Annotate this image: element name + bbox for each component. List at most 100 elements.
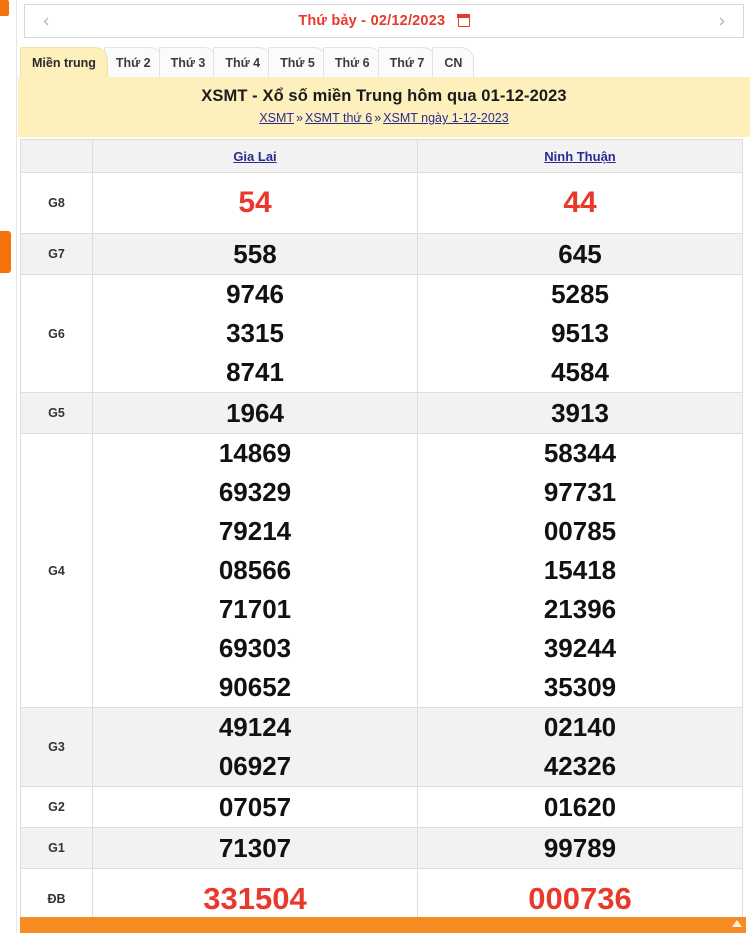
- result-cell-g1-gia-lai: 71307: [93, 828, 418, 869]
- column-header-gia-lai: Gia Lai: [93, 140, 418, 173]
- breadcrumb: XSMT»XSMT thứ 6»XSMT ngày 1-12-2023: [24, 111, 744, 125]
- table-row-g3: G3 49124 06927 02140 42326: [21, 708, 743, 787]
- result-number: 97731: [418, 473, 742, 512]
- province-link-ninh-thuan[interactable]: Ninh Thuận: [544, 149, 616, 164]
- result-number: 90652: [93, 668, 417, 707]
- orange-tab-handle-icon[interactable]: [0, 231, 11, 273]
- tab-thu-4[interactable]: Thứ 4: [213, 47, 272, 77]
- result-number: 645: [418, 235, 742, 274]
- result-number: 1964: [93, 394, 417, 433]
- prize-label-g5: G5: [21, 393, 93, 434]
- date-weekday: Thứ bảy -: [298, 13, 366, 29]
- breadcrumb-link-xsmt-thu-6[interactable]: XSMT thứ 6: [305, 111, 372, 125]
- tab-thu-5[interactable]: Thứ 5: [268, 47, 327, 77]
- result-number: 558: [93, 235, 417, 274]
- current-date-label[interactable]: Thứ bảy - 02/12/2023: [67, 12, 701, 30]
- table-row-g6: G6 9746 3315 8741 5285 9513 4584: [21, 275, 743, 393]
- page-title: XSMT - Xổ số miền Trung hôm qua 01-12-20…: [24, 87, 744, 106]
- table-row-g8: G8 54 44: [21, 173, 743, 234]
- result-number: 99789: [418, 829, 742, 868]
- title-band: XSMT - Xổ số miền Trung hôm qua 01-12-20…: [18, 77, 750, 137]
- prize-label-g2: G2: [21, 787, 93, 828]
- calendar-icon[interactable]: [458, 15, 470, 27]
- result-number: 08566: [93, 551, 417, 590]
- prize-label-g1: G1: [21, 828, 93, 869]
- tab-mien-trung[interactable]: Miền trung: [20, 47, 108, 77]
- prize-label-g4: G4: [21, 434, 93, 708]
- result-number: 00785: [418, 512, 742, 551]
- result-number: 58344: [418, 434, 742, 473]
- result-number: 5285: [418, 275, 742, 314]
- prize-label-g7: G7: [21, 234, 93, 275]
- result-cell-g5-ninh-thuan: 3913: [418, 393, 743, 434]
- result-cell-g7-ninh-thuan: 645: [418, 234, 743, 275]
- result-cell-g1-ninh-thuan: 99789: [418, 828, 743, 869]
- result-number: 02140: [418, 708, 742, 747]
- result-number: 06927: [93, 747, 417, 786]
- table-row-g1: G1 71307 99789: [21, 828, 743, 869]
- tab-thu-6[interactable]: Thứ 6: [323, 47, 382, 77]
- result-number: 15418: [418, 551, 742, 590]
- table-row-g4: G4 14869 69329 79214 08566 71701 69303 9…: [21, 434, 743, 708]
- table-row-g7: G7 558 645: [21, 234, 743, 275]
- result-number: 71701: [93, 590, 417, 629]
- result-number: 8741: [93, 353, 417, 392]
- result-number: 4584: [418, 353, 742, 392]
- result-cell-g4-ninh-thuan: 58344 97731 00785 15418 21396 39244 3530…: [418, 434, 743, 708]
- prize-label-g6: G6: [21, 275, 93, 393]
- column-header-ninh-thuan: Ninh Thuận: [418, 140, 743, 173]
- result-number: 21396: [418, 590, 742, 629]
- chevron-right-icon[interactable]: ›: [701, 12, 743, 31]
- breadcrumb-separator: »: [296, 111, 303, 125]
- province-link-gia-lai[interactable]: Gia Lai: [233, 149, 276, 164]
- orange-tab-top-icon[interactable]: [0, 0, 9, 16]
- result-number: 3315: [93, 314, 417, 353]
- lottery-results-table: Gia Lai Ninh Thuận G8 54 44: [20, 139, 743, 930]
- table-header-row: Gia Lai Ninh Thuận: [21, 140, 743, 173]
- result-number: 000736: [418, 876, 742, 922]
- chevron-left-icon[interactable]: ‹: [25, 12, 67, 31]
- result-cell-g8-ninh-thuan: 44: [418, 173, 743, 234]
- result-number: 42326: [418, 747, 742, 786]
- date-value: 02/12/2023: [371, 13, 446, 29]
- result-cell-g4-gia-lai: 14869 69329 79214 08566 71701 69303 9065…: [93, 434, 418, 708]
- column-header-prize: [21, 140, 93, 173]
- result-number: 44: [418, 181, 742, 225]
- caret-up-icon[interactable]: [732, 920, 742, 927]
- result-number: 69303: [93, 629, 417, 668]
- page-container: ‹ Thứ bảy - 02/12/2023 › Miền trung Thứ …: [18, 0, 750, 933]
- table-row-g5: G5 1964 3913: [21, 393, 743, 434]
- left-rail: [0, 0, 17, 933]
- prize-label-g8: G8: [21, 173, 93, 234]
- result-cell-g2-ninh-thuan: 01620: [418, 787, 743, 828]
- date-navigation-bar: ‹ Thứ bảy - 02/12/2023 ›: [24, 4, 744, 38]
- result-number: 79214: [93, 512, 417, 551]
- result-cell-g2-gia-lai: 07057: [93, 787, 418, 828]
- result-number: 71307: [93, 829, 417, 868]
- tab-thu-7[interactable]: Thứ 7: [378, 47, 437, 77]
- result-cell-g8-gia-lai: 54: [93, 173, 418, 234]
- result-number: 69329: [93, 473, 417, 512]
- result-number: 331504: [93, 876, 417, 922]
- table-row-g2: G2 07057 01620: [21, 787, 743, 828]
- tab-cn[interactable]: CN: [432, 47, 474, 77]
- result-number: 3913: [418, 394, 742, 433]
- result-number: 07057: [93, 788, 417, 827]
- result-number: 9513: [418, 314, 742, 353]
- result-cell-g6-ninh-thuan: 5285 9513 4584: [418, 275, 743, 393]
- breadcrumb-link-xsmt[interactable]: XSMT: [259, 111, 294, 125]
- breadcrumb-separator: »: [374, 111, 381, 125]
- prize-label-g3: G3: [21, 708, 93, 787]
- result-number: 01620: [418, 788, 742, 827]
- breadcrumb-link-xsmt-ngay[interactable]: XSMT ngày 1-12-2023: [383, 111, 509, 125]
- bottom-orange-bar[interactable]: [20, 917, 746, 933]
- result-number: 39244: [418, 629, 742, 668]
- result-number: 14869: [93, 434, 417, 473]
- result-number: 54: [93, 181, 417, 225]
- result-number: 35309: [418, 668, 742, 707]
- result-cell-g6-gia-lai: 9746 3315 8741: [93, 275, 418, 393]
- result-number: 49124: [93, 708, 417, 747]
- tab-thu-2[interactable]: Thứ 2: [104, 47, 163, 77]
- weekday-tab-bar: Miền trung Thứ 2 Thứ 3 Thứ 4 Thứ 5 Thứ 6…: [20, 43, 750, 77]
- tab-thu-3[interactable]: Thứ 3: [159, 47, 218, 77]
